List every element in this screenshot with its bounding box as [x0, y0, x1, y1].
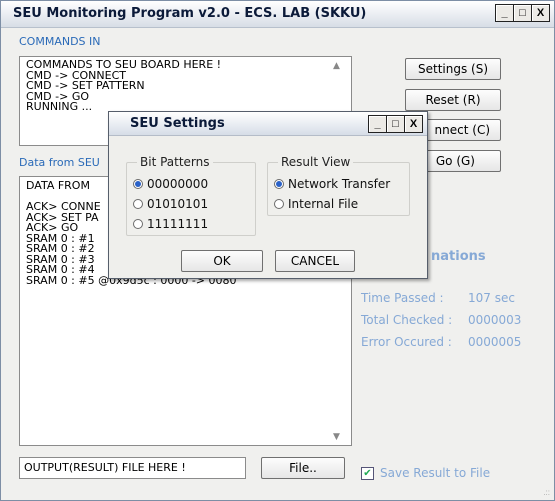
pattern-option-11111111[interactable]: 11111111 — [133, 217, 208, 231]
bit-patterns-group: Bit Patterns 00000000 01010101 11111111 — [126, 155, 256, 236]
result-option-network[interactable]: Network Transfer — [274, 177, 390, 191]
bit-patterns-legend: Bit Patterns — [137, 155, 213, 169]
information-heading: nations — [431, 249, 486, 264]
checkbox-check-icon[interactable]: ✔ — [361, 466, 374, 480]
pattern-option-01010101[interactable]: 01010101 — [133, 197, 208, 211]
window-title: SEU Monitoring Program v2.0 - ECS. LAB (… — [13, 6, 367, 21]
dialog-minimize-button[interactable]: _ — [368, 115, 387, 133]
minimize-button[interactable]: _ — [495, 4, 514, 22]
scroll-up-icon[interactable]: ▲ — [333, 61, 340, 71]
file-browse-button[interactable]: File.. — [261, 457, 345, 479]
error-occured-label: Error Occured : — [361, 335, 452, 349]
total-checked-value: 0000003 — [468, 313, 522, 327]
dialog-close-button[interactable]: X — [405, 115, 423, 133]
resize-grip-icon[interactable]: .:: — [543, 488, 550, 497]
result-option-internal-file[interactable]: Internal File — [274, 197, 358, 211]
window-controls: _ □ X — [495, 4, 550, 22]
title-bar[interactable]: SEU Monitoring Program v2.0 - ECS. LAB (… — [1, 1, 554, 28]
ok-button[interactable]: OK — [181, 250, 263, 272]
cancel-button[interactable]: CANCEL — [275, 250, 355, 272]
result-view-legend: Result View — [278, 155, 354, 169]
result-option-label: Network Transfer — [288, 177, 391, 191]
radio-unselected-icon[interactable] — [274, 199, 284, 209]
dialog-title-bar[interactable]: SEU Settings _ □ X — [109, 112, 427, 136]
dialog-title: SEU Settings — [130, 116, 225, 131]
radio-selected-icon[interactable] — [133, 179, 143, 189]
error-occured-value: 0000005 — [468, 335, 522, 349]
maximize-button[interactable]: □ — [514, 4, 532, 22]
radio-unselected-icon[interactable] — [133, 199, 143, 209]
close-button[interactable]: X — [532, 4, 550, 22]
result-option-label: Internal File — [288, 197, 359, 211]
dialog-window-controls: _ □ X — [368, 115, 423, 133]
commands-section-label: COMMANDS IN — [19, 35, 101, 48]
dialog-maximize-button[interactable]: □ — [387, 115, 405, 133]
data-section-label: Data from SEU — [19, 156, 100, 169]
radio-unselected-icon[interactable] — [133, 219, 143, 229]
pattern-option-label: 11111111 — [147, 217, 209, 231]
pattern-option-label: 00000000 — [147, 177, 209, 191]
save-result-label: Save Result to File — [380, 466, 491, 480]
settings-button[interactable]: Settings (S) — [405, 58, 501, 80]
time-passed-value: 107 sec — [468, 291, 515, 305]
output-file-input[interactable]: OUTPUT(RESULT) FILE HERE ! — [19, 457, 246, 479]
result-view-group: Result View Network Transfer Internal Fi… — [267, 155, 410, 216]
settings-dialog: SEU Settings _ □ X Bit Patterns 00000000… — [108, 111, 428, 279]
save-result-checkbox[interactable]: ✔ Save Result to File — [361, 466, 490, 480]
pattern-option-label: 01010101 — [147, 197, 209, 211]
reset-button[interactable]: Reset (R) — [405, 89, 501, 111]
pattern-option-00000000[interactable]: 00000000 — [133, 177, 208, 191]
total-checked-label: Total Checked : — [361, 313, 453, 327]
scroll-down-icon[interactable]: ▼ — [333, 432, 340, 442]
time-passed-label: Time Passed : — [361, 291, 444, 305]
radio-selected-icon[interactable] — [274, 179, 284, 189]
